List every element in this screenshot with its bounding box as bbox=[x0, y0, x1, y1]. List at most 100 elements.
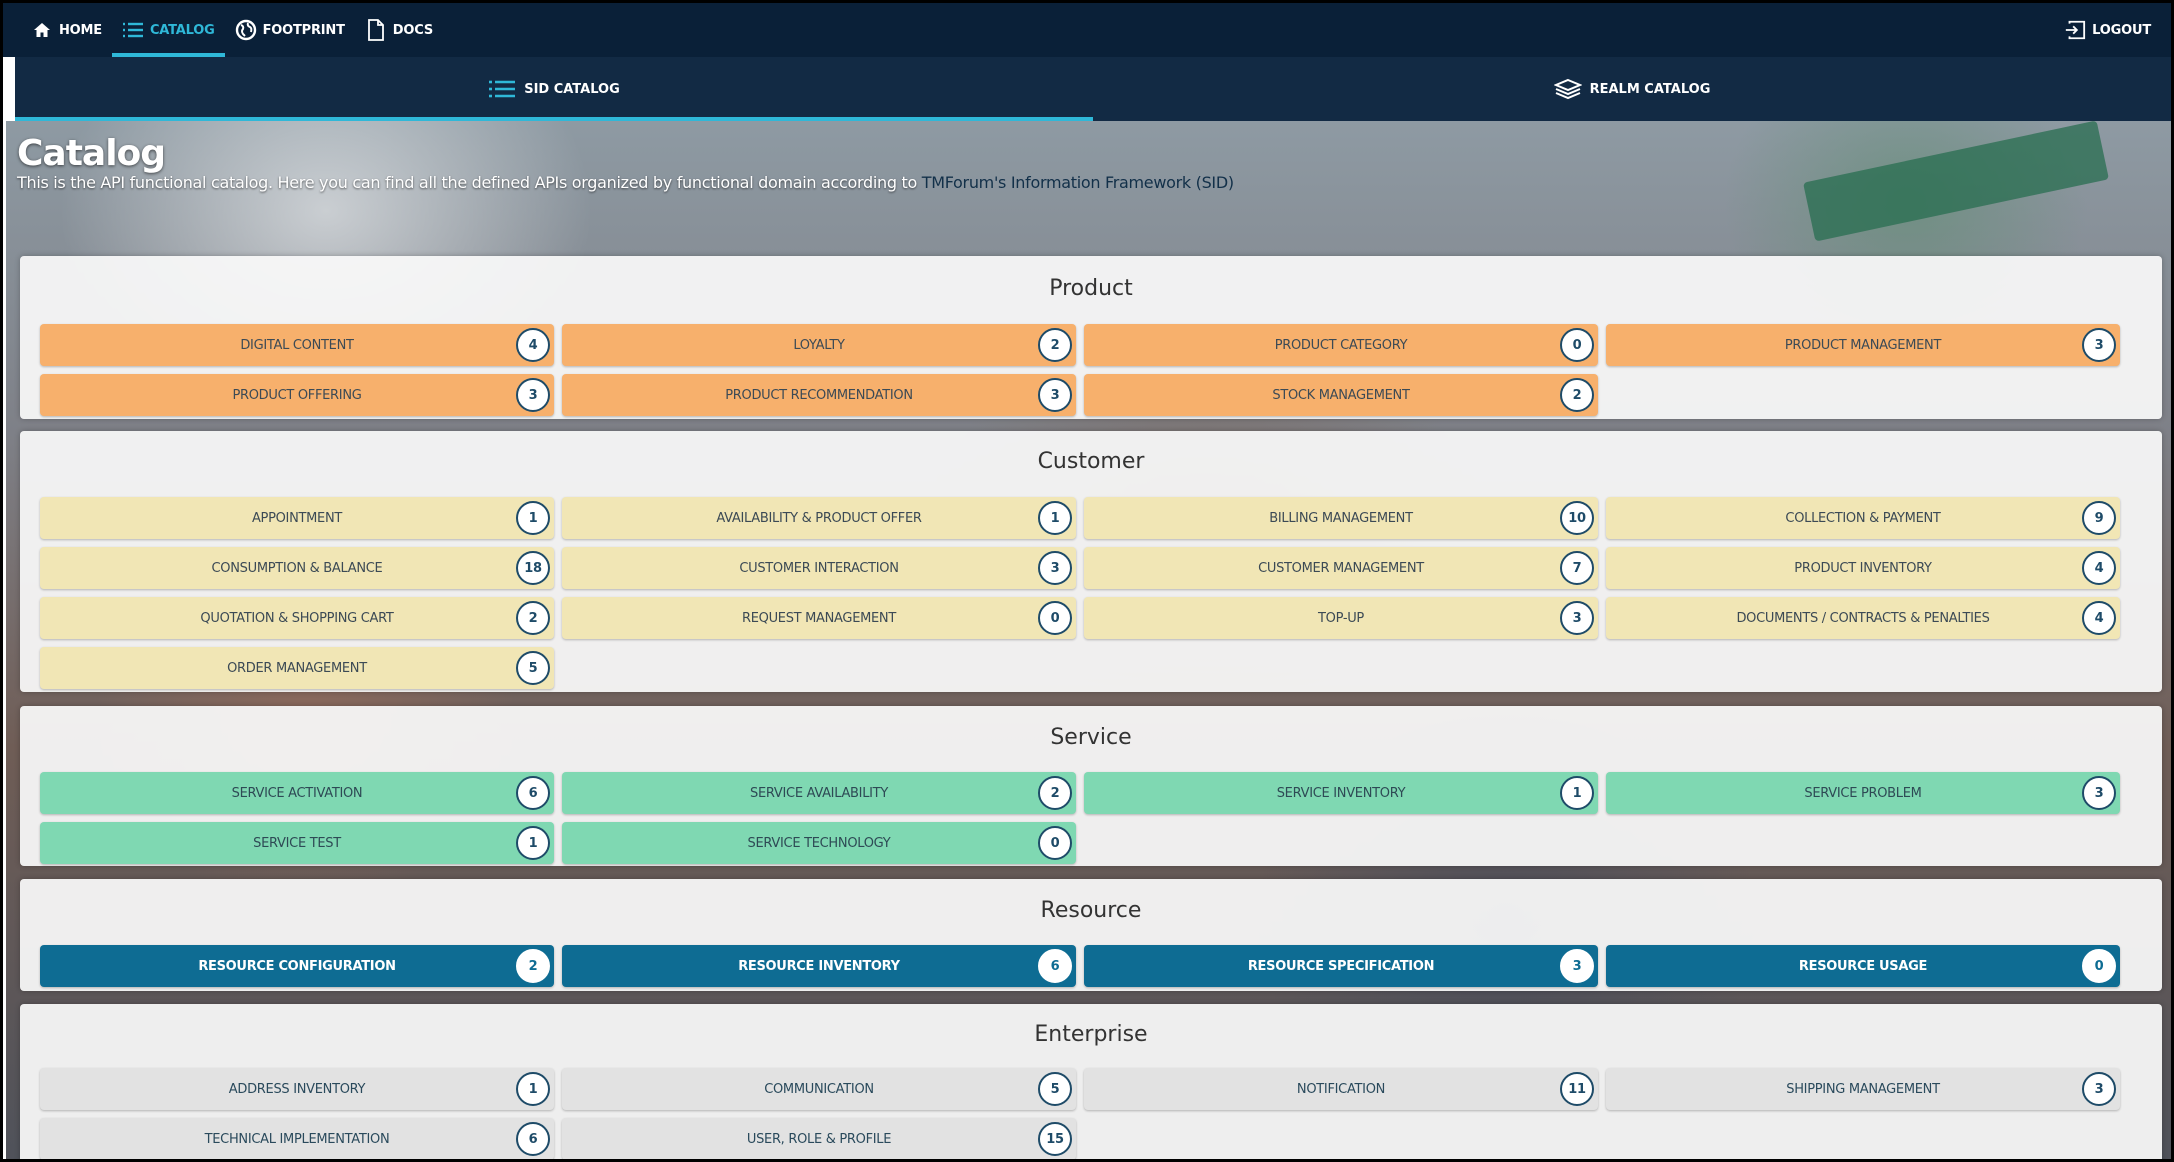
catalog-card[interactable]: AVAILABILITY & PRODUCT OFFER 1 bbox=[562, 497, 1076, 539]
catalog-card-label: CONSUMPTION & BALANCE bbox=[211, 560, 383, 576]
api-count-badge: 9 bbox=[2082, 501, 2116, 535]
logout-button[interactable]: LOGOUT bbox=[2054, 3, 2161, 57]
catalog-card[interactable]: APPOINTMENT 1 bbox=[40, 497, 554, 539]
layers-icon bbox=[1553, 78, 1582, 100]
catalog-card-label: DOCUMENTS / CONTRACTS & PENALTIES bbox=[1736, 610, 1990, 626]
sid-link[interactable]: TMForum's Information Framework (SID) bbox=[922, 173, 1234, 192]
api-count-badge: 6 bbox=[516, 1122, 550, 1156]
catalog-card-label: RESOURCE CONFIGURATION bbox=[198, 958, 396, 974]
api-count-badge: 7 bbox=[1560, 551, 1594, 585]
catalog-card[interactable]: QUOTATION & SHOPPING CART 2 bbox=[40, 597, 554, 639]
catalog-card[interactable]: NOTIFICATION 11 bbox=[1084, 1068, 1598, 1110]
api-count-badge: 3 bbox=[2082, 776, 2116, 810]
api-count-badge: 2 bbox=[516, 949, 550, 983]
catalog-card[interactable]: RESOURCE SPECIFICATION 3 bbox=[1084, 945, 1598, 987]
nav-footprint[interactable]: FOOTPRINT bbox=[225, 3, 355, 57]
tab-realm-catalog[interactable]: REALM CATALOG bbox=[1093, 57, 2171, 121]
api-count-badge: 3 bbox=[516, 378, 550, 412]
section-title-product: Product bbox=[1049, 276, 1133, 301]
list-icon bbox=[488, 78, 516, 100]
section-title-service: Service bbox=[1050, 725, 1132, 750]
tab-sid-catalog[interactable]: SID CATALOG bbox=[15, 57, 1093, 121]
section-resource: Resource RESOURCE CONFIGURATION 2 RESOURCE… bbox=[20, 879, 2162, 991]
catalog-card-label: STOCK MANAGEMENT bbox=[1272, 387, 1410, 403]
catalog-card[interactable]: RESOURCE CONFIGURATION 2 bbox=[40, 945, 554, 987]
catalog-card[interactable]: LOYALTY 2 bbox=[562, 324, 1076, 366]
catalog-card[interactable]: SERVICE PROBLEM 3 bbox=[1606, 772, 2120, 814]
nav-home[interactable]: HOME bbox=[21, 3, 112, 57]
page-title: Catalog bbox=[17, 133, 166, 174]
grid-resource: RESOURCE CONFIGURATION 2 RESOURCE INVENTOR… bbox=[40, 945, 2120, 987]
document-icon bbox=[365, 19, 387, 41]
app-frame: HOME CATALOG FOOTPRINT DOCS LOGOUT SID C… bbox=[0, 0, 2174, 1162]
catalog-card[interactable]: PRODUCT MANAGEMENT 3 bbox=[1606, 324, 2120, 366]
catalog-card-label: SERVICE INVENTORY bbox=[1276, 785, 1406, 801]
api-count-badge: 6 bbox=[1038, 949, 1072, 983]
catalog-card[interactable]: DIGITAL CONTENT 4 bbox=[40, 324, 554, 366]
catalog-card[interactable]: TOP-UP 3 bbox=[1084, 597, 1598, 639]
catalog-card-label: RESOURCE USAGE bbox=[1798, 958, 1928, 974]
api-count-badge: 3 bbox=[1038, 378, 1072, 412]
catalog-card[interactable]: SERVICE TECHNOLOGY 0 bbox=[562, 822, 1076, 864]
catalog-card[interactable]: PRODUCT RECOMMENDATION 3 bbox=[562, 374, 1076, 416]
catalog-card[interactable]: ADDRESS INVENTORY 1 bbox=[40, 1068, 554, 1110]
nav-docs-label: DOCS bbox=[392, 22, 433, 38]
api-count-badge: 3 bbox=[1560, 949, 1594, 983]
api-count-badge: 0 bbox=[2082, 949, 2116, 983]
catalog-card[interactable]: DOCUMENTS / CONTRACTS & PENALTIES 4 bbox=[1606, 597, 2120, 639]
nav-catalog-label: CATALOG bbox=[149, 22, 215, 38]
catalog-card[interactable]: COMMUNICATION 5 bbox=[562, 1068, 1076, 1110]
nav-right: LOGOUT bbox=[2054, 3, 2161, 57]
catalog-card-label: SERVICE AVAILABILITY bbox=[750, 785, 888, 801]
catalog-card-label: CUSTOMER MANAGEMENT bbox=[1258, 560, 1424, 576]
catalog-card[interactable]: PRODUCT INVENTORY 4 bbox=[1606, 547, 2120, 589]
catalog-card[interactable]: REQUEST MANAGEMENT 0 bbox=[562, 597, 1076, 639]
catalog-card-label: ADDRESS INVENTORY bbox=[228, 1081, 366, 1097]
catalog-card-label: SERVICE ACTIVATION bbox=[231, 785, 363, 801]
catalog-card[interactable]: STOCK MANAGEMENT 2 bbox=[1084, 374, 1598, 416]
section-title-customer: Customer bbox=[1037, 449, 1145, 474]
catalog-card-label: USER, ROLE & PROFILE bbox=[746, 1131, 892, 1147]
catalog-card[interactable]: SERVICE INVENTORY 1 bbox=[1084, 772, 1598, 814]
catalog-card-label: PRODUCT RECOMMENDATION bbox=[725, 387, 913, 403]
api-count-badge: 1 bbox=[1560, 776, 1594, 810]
catalog-card[interactable]: SERVICE TEST 1 bbox=[40, 822, 554, 864]
api-count-badge: 5 bbox=[516, 651, 550, 685]
section-service: Service SERVICE ACTIVATION 6 SERVICE AVAIL… bbox=[20, 706, 2162, 866]
catalog-card[interactable]: RESOURCE INVENTORY 6 bbox=[562, 945, 1076, 987]
catalog-card[interactable]: CUSTOMER INTERACTION 3 bbox=[562, 547, 1076, 589]
catalog-card[interactable]: PRODUCT CATEGORY 0 bbox=[1084, 324, 1598, 366]
catalog-card[interactable]: CUSTOMER MANAGEMENT 7 bbox=[1084, 547, 1598, 589]
grid-service: SERVICE ACTIVATION 6 SERVICE AVAILABILITY 2… bbox=[40, 772, 2120, 864]
catalog-card[interactable]: SERVICE AVAILABILITY 2 bbox=[562, 772, 1076, 814]
catalog-card[interactable]: PRODUCT OFFERING 3 bbox=[40, 374, 554, 416]
api-count-badge: 4 bbox=[516, 328, 550, 362]
catalog-card[interactable]: BILLING MANAGEMENT 10 bbox=[1084, 497, 1598, 539]
catalog-card-label: PRODUCT OFFERING bbox=[232, 387, 362, 403]
catalog-card[interactable]: SERVICE ACTIVATION 6 bbox=[40, 772, 554, 814]
catalog-card[interactable]: RESOURCE USAGE 0 bbox=[1606, 945, 2120, 987]
catalog-card[interactable]: TECHNICAL IMPLEMENTATION 6 bbox=[40, 1118, 554, 1159]
catalog-card-label: LOYALTY bbox=[793, 337, 845, 353]
api-count-badge: 3 bbox=[2082, 1072, 2116, 1106]
grid-customer: APPOINTMENT 1 AVAILABILITY & PRODUCT OFFER… bbox=[40, 497, 2120, 689]
api-count-badge: 5 bbox=[1038, 1072, 1072, 1106]
catalog-card[interactable]: CONSUMPTION & BALANCE 18 bbox=[40, 547, 554, 589]
catalog-tabs: SID CATALOG REALM CATALOG bbox=[15, 57, 2171, 121]
catalog-card[interactable]: ORDER MANAGEMENT 5 bbox=[40, 647, 554, 689]
catalog-card[interactable]: SHIPPING MANAGEMENT 3 bbox=[1606, 1068, 2120, 1110]
api-count-badge: 0 bbox=[1038, 601, 1072, 635]
catalog-card-label: CUSTOMER INTERACTION bbox=[739, 560, 899, 576]
catalog-card[interactable]: USER, ROLE & PROFILE 15 bbox=[562, 1118, 1076, 1159]
nav-docs[interactable]: DOCS bbox=[355, 3, 443, 57]
catalog-card[interactable]: COLLECTION & PAYMENT 9 bbox=[1606, 497, 2120, 539]
tab-sid-catalog-label: SID CATALOG bbox=[524, 81, 620, 97]
section-title-enterprise: Enterprise bbox=[1034, 1022, 1148, 1047]
api-count-badge: 4 bbox=[2082, 601, 2116, 635]
catalog-card-label: DIGITAL CONTENT bbox=[240, 337, 354, 353]
catalog-card-label: SERVICE TECHNOLOGY bbox=[747, 835, 891, 851]
api-count-badge: 2 bbox=[516, 601, 550, 635]
catalog-card-label: SERVICE TEST bbox=[253, 835, 341, 851]
nav-home-label: HOME bbox=[59, 22, 102, 38]
nav-catalog[interactable]: CATALOG bbox=[111, 3, 225, 57]
